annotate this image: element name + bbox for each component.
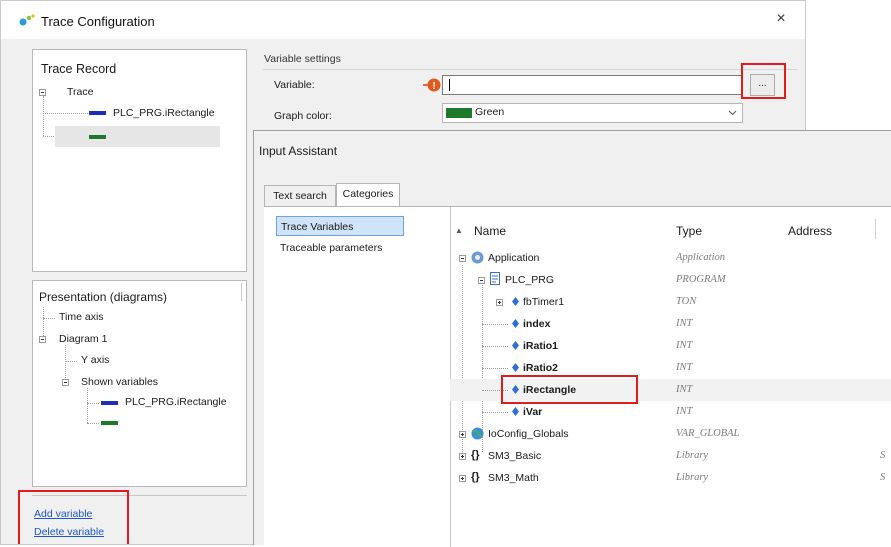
row-name: SM3_Math [488,472,539,484]
collapse-icon[interactable] [459,255,466,262]
collapse-icon[interactable] [478,277,485,284]
globe-icon [471,427,484,440]
row-name: PLC_PRG [505,274,555,286]
trace-record-header: Trace Record [41,62,117,76]
category-trace-variables[interactable]: Trace Variables [276,216,404,236]
chevron-down-icon [728,110,737,116]
highlight-box [741,63,786,99]
row-name: SM3_Basic [488,450,542,462]
application-icon [471,251,484,264]
trace-variable-item[interactable]: PLC_PRG.iRectangle [113,107,215,119]
expand-icon[interactable] [459,475,466,482]
row-type: INT [676,406,693,417]
row-type: INT [676,318,693,329]
trace-config-icon [19,14,35,26]
expand-icon[interactable] [496,299,503,306]
row-name: fbTimer1 [523,296,565,308]
presentation-panel: Presentation (diagrams) Time axis Diagra… [32,280,247,487]
input-assistant-title: Input Assistant [259,144,338,158]
green-swatch [101,421,118,425]
trace-record-panel: Trace Record Trace PLC_PRG.iRectangle [32,49,247,272]
collapse-icon[interactable] [62,379,69,386]
row-type: INT [676,384,693,395]
row-type: INT [676,340,693,351]
green-color-swatch [446,108,472,118]
row-extra: S [880,450,886,461]
y-axis-item[interactable]: Y axis [81,354,109,366]
row-name: iRatio1 [523,340,559,352]
program-icon [490,272,500,285]
row-name: iVar [523,406,543,418]
shown-variables-item[interactable]: Shown variables [81,376,158,388]
sort-ascending-icon[interactable]: ▲ [455,226,463,235]
highlight-box [18,490,129,544]
tab-text-search[interactable]: Text search [264,185,336,207]
time-axis-item[interactable]: Time axis [59,311,104,323]
text-caret [449,79,450,91]
graph-color-select[interactable]: Green [442,103,743,123]
row-type: VAR_GLOBAL [676,428,740,439]
svg-text:!: ! [432,81,435,92]
table-row[interactable]: PLC_PRG PROGRAM [450,269,891,291]
title-bar: Trace Configuration × [1,1,805,39]
table-row[interactable]: Application Application [450,247,891,269]
column-header-address[interactable]: Address [788,224,832,238]
collapse-icon[interactable] [39,89,46,96]
table-row[interactable]: iVar INT [450,401,891,423]
table-row[interactable]: fbTimer1 TON [450,291,891,313]
library-icon: {} [471,449,480,461]
table-row[interactable]: {} SM3_Basic Library S [450,445,891,467]
highlight-box [501,375,638,404]
green-swatch [89,135,106,139]
table-row[interactable]: IoConfig_Globals VAR_GLOBAL [450,423,891,445]
categories-content: Trace Variables Traceable parameters ▲ N… [264,206,891,547]
row-type: PROGRAM [676,274,726,285]
close-icon[interactable]: × [773,11,789,27]
row-type: INT [676,362,693,373]
expand-icon[interactable] [459,453,466,460]
variable-icon [512,363,519,372]
category-list: Trace Variables Traceable parameters [272,207,451,547]
table-row[interactable]: {} SM3_Math Library S [450,467,891,489]
column-header-type[interactable]: Type [676,224,702,238]
selected-new-variable-row[interactable] [55,126,220,147]
library-icon: {} [471,471,480,483]
row-type: Application [676,252,725,263]
tab-categories[interactable]: Categories [336,183,400,207]
row-type: Library [676,472,709,483]
row-type: Library [676,450,709,461]
window-title: Trace Configuration [41,14,155,29]
graph-color-value: Green [475,106,505,118]
blue-swatch [89,111,106,115]
graph-color-label: Graph color: [274,110,332,122]
row-name: iRatio2 [523,362,559,374]
variable-settings-label: Variable settings [264,53,341,65]
column-header-name[interactable]: Name [474,224,506,238]
row-name: Application [488,252,540,264]
collapse-icon[interactable] [39,336,46,343]
row-name: index [523,318,551,330]
variable-icon [512,341,519,350]
row-type: TON [676,296,697,307]
variable-input[interactable] [442,75,743,95]
table-row[interactable]: index INT [450,313,891,335]
table-row[interactable]: iRatio1 INT [450,335,891,357]
blue-swatch [101,401,118,405]
variable-icon [512,407,519,416]
diagram-item[interactable]: Diagram 1 [59,333,107,345]
row-name: IoConfig_Globals [488,428,569,440]
trace-root[interactable]: Trace [67,86,93,98]
presentation-header: Presentation (diagrams) [39,290,168,304]
variable-label: Variable: [274,79,315,91]
input-assistant-window: Input Assistant Text search Categories T… [253,130,891,547]
expand-icon[interactable] [459,431,466,438]
category-traceable-parameters[interactable]: Traceable parameters [276,238,404,258]
row-extra: S [880,472,886,483]
error-icon: ! [423,78,441,92]
shown-variable-item[interactable]: PLC_PRG.iRectangle [125,396,227,408]
variable-icon [512,297,519,306]
variable-icon [512,319,519,328]
